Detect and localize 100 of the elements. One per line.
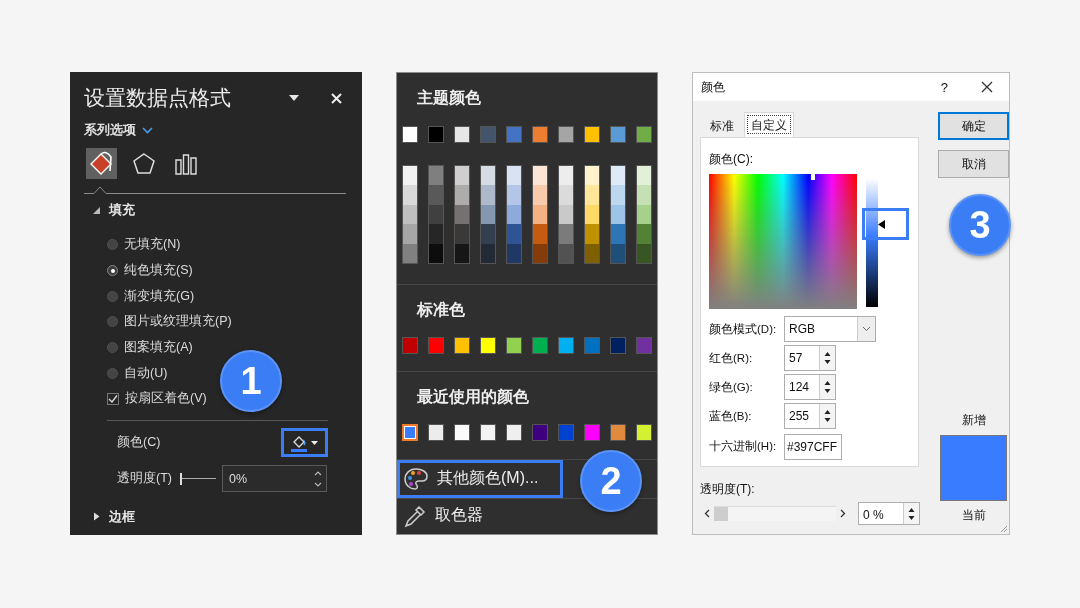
luminance-bar[interactable] (866, 178, 879, 307)
shade-swatch[interactable] (455, 166, 469, 186)
color-swatch[interactable] (532, 336, 548, 354)
fill-tab[interactable] (86, 148, 117, 179)
shade-swatch[interactable] (611, 185, 625, 205)
color-swatch[interactable] (428, 126, 444, 143)
slider-thumb[interactable] (714, 507, 728, 521)
fill-color-button[interactable] (281, 428, 328, 458)
dialog-tab[interactable]: 标准 (700, 115, 744, 137)
shade-swatch[interactable] (533, 204, 547, 225)
color-swatch[interactable] (610, 336, 626, 354)
shade-swatch[interactable] (585, 204, 599, 225)
chevron-down-icon[interactable] (142, 126, 153, 134)
shade-swatch[interactable] (455, 224, 469, 244)
checkbox[interactable] (107, 392, 119, 405)
shade-swatch[interactable] (481, 185, 495, 205)
dialog-tab[interactable]: 自定义 (744, 112, 794, 137)
shade-swatch[interactable] (455, 185, 469, 205)
color-swatch[interactable] (584, 336, 600, 354)
section-header[interactable]: 边框 (109, 507, 135, 526)
shade-swatch[interactable] (637, 224, 651, 244)
shade-swatch[interactable] (429, 224, 443, 244)
shade-swatch[interactable] (403, 224, 417, 244)
shade-swatch[interactable] (533, 224, 547, 244)
shade-swatch[interactable] (533, 243, 547, 263)
collapsed-icon[interactable] (93, 512, 100, 522)
shade-swatch[interactable] (611, 166, 625, 186)
color-swatch[interactable] (506, 423, 522, 441)
shade-swatch[interactable] (403, 166, 417, 186)
color-swatch[interactable] (558, 423, 574, 441)
shade-swatch[interactable] (559, 185, 573, 205)
shade-swatch[interactable] (507, 243, 521, 263)
shade-swatch[interactable] (403, 243, 417, 263)
color-swatch[interactable] (636, 126, 652, 143)
color-swatch[interactable] (532, 423, 548, 441)
more-colors-item[interactable]: 其他颜色(M)... (397, 459, 563, 498)
hex-field[interactable]: #397CFF (784, 434, 842, 460)
shade-swatch[interactable] (403, 185, 417, 205)
series-options-menu[interactable]: 系列选项 (84, 121, 136, 139)
shade-swatch[interactable] (455, 204, 469, 225)
radio-button[interactable] (107, 239, 118, 251)
radio-button[interactable] (107, 265, 118, 277)
shade-swatch[interactable] (611, 243, 625, 263)
shade-swatch[interactable] (481, 166, 495, 186)
shade-swatch[interactable] (637, 204, 651, 225)
color-swatch[interactable] (480, 336, 496, 354)
scroll-right-icon[interactable] (840, 509, 846, 518)
luminance-thumb[interactable] (862, 208, 910, 241)
color-swatch[interactable] (532, 126, 548, 143)
color-swatch[interactable] (610, 423, 626, 441)
shade-swatch[interactable] (533, 185, 547, 205)
color-swatch[interactable] (454, 126, 470, 143)
expanded-icon[interactable] (93, 206, 100, 214)
slider-thumb[interactable] (179, 472, 182, 485)
shade-swatch[interactable] (637, 243, 651, 263)
shade-swatch[interactable] (585, 224, 599, 244)
shade-swatch[interactable] (585, 185, 599, 205)
color-swatch[interactable] (402, 336, 418, 354)
help-button[interactable]: ? (940, 79, 948, 95)
shade-swatch[interactable] (507, 166, 521, 186)
color-swatch[interactable] (506, 126, 522, 143)
color-swatch[interactable] (402, 423, 418, 441)
color-swatch[interactable] (454, 423, 470, 441)
color-swatch[interactable] (402, 126, 418, 143)
color-swatch[interactable] (584, 423, 600, 441)
color-swatch[interactable] (636, 423, 652, 441)
shade-swatch[interactable] (429, 185, 443, 205)
radio-button[interactable] (107, 342, 118, 354)
color-swatch[interactable] (506, 336, 522, 354)
resize-grip-icon[interactable] (999, 524, 1008, 533)
color-model-dropdown[interactable]: RGB (784, 316, 876, 342)
shade-swatch[interactable] (559, 224, 573, 244)
color-swatch[interactable] (428, 423, 444, 441)
color-swatch[interactable] (558, 336, 574, 354)
shade-swatch[interactable] (507, 224, 521, 244)
shade-swatch[interactable] (637, 185, 651, 205)
shade-swatch[interactable] (611, 224, 625, 244)
shade-swatch[interactable] (585, 166, 599, 186)
dialog-button[interactable]: 取消 (938, 150, 1009, 178)
shade-swatch[interactable] (429, 243, 443, 263)
section-header[interactable]: 填充 (109, 201, 135, 219)
color-swatch[interactable] (610, 126, 626, 143)
shade-swatch[interactable] (481, 243, 495, 263)
shade-swatch[interactable] (507, 185, 521, 205)
transparency-slider[interactable] (714, 506, 836, 521)
shade-swatch[interactable] (481, 204, 495, 225)
shade-swatch[interactable] (481, 224, 495, 244)
shade-swatch[interactable] (455, 243, 469, 263)
dialog-button[interactable]: 确定 (938, 112, 1009, 140)
shade-swatch[interactable] (611, 204, 625, 225)
shade-swatch[interactable] (637, 166, 651, 186)
shade-swatch[interactable] (585, 243, 599, 263)
color-swatch[interactable] (584, 126, 600, 143)
color-spectrum[interactable] (709, 174, 858, 309)
shade-swatch[interactable] (429, 204, 443, 225)
shade-swatch[interactable] (429, 166, 443, 186)
close-icon[interactable] (981, 81, 993, 93)
color-swatch[interactable] (636, 336, 652, 354)
shade-swatch[interactable] (559, 166, 573, 186)
shade-swatch[interactable] (507, 204, 521, 225)
